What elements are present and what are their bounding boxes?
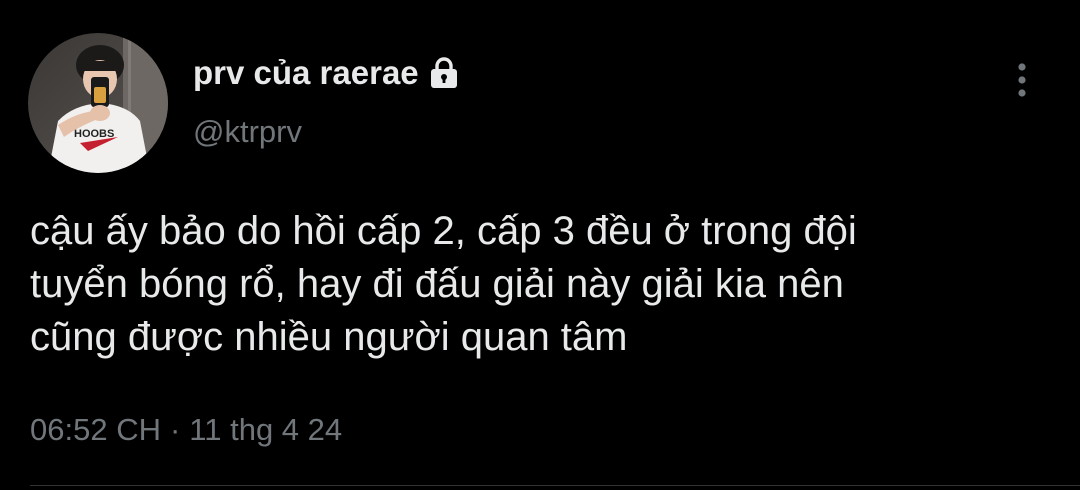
tweet-text: cậu ấy bảo do hồi cấp 2, cấp 3 đều ở tro… <box>30 209 857 359</box>
tweet-time[interactable]: 06:52 CH <box>30 412 161 448</box>
tweet-metadata: 06:52 CH · 11 thg 4 24 <box>30 412 342 448</box>
tweet: HOOBS prv của raerae @ktrprv cậu ấy bảo … <box>0 0 1080 490</box>
avatar[interactable]: HOOBS <box>28 33 168 173</box>
display-name-row[interactable]: prv của raerae <box>193 50 461 96</box>
tweet-date[interactable]: 11 thg 4 24 <box>189 412 342 448</box>
avatar-image: HOOBS <box>28 33 168 173</box>
more-options-button[interactable] <box>1006 58 1038 102</box>
user-handle[interactable]: @ktrprv <box>193 114 302 150</box>
svg-text:HOOBS: HOOBS <box>74 128 114 140</box>
meta-separator: · <box>169 412 181 447</box>
more-vertical-icon <box>1018 63 1026 97</box>
lock-icon <box>427 56 461 90</box>
divider <box>30 485 1080 486</box>
display-name[interactable]: prv của raerae <box>193 54 419 92</box>
